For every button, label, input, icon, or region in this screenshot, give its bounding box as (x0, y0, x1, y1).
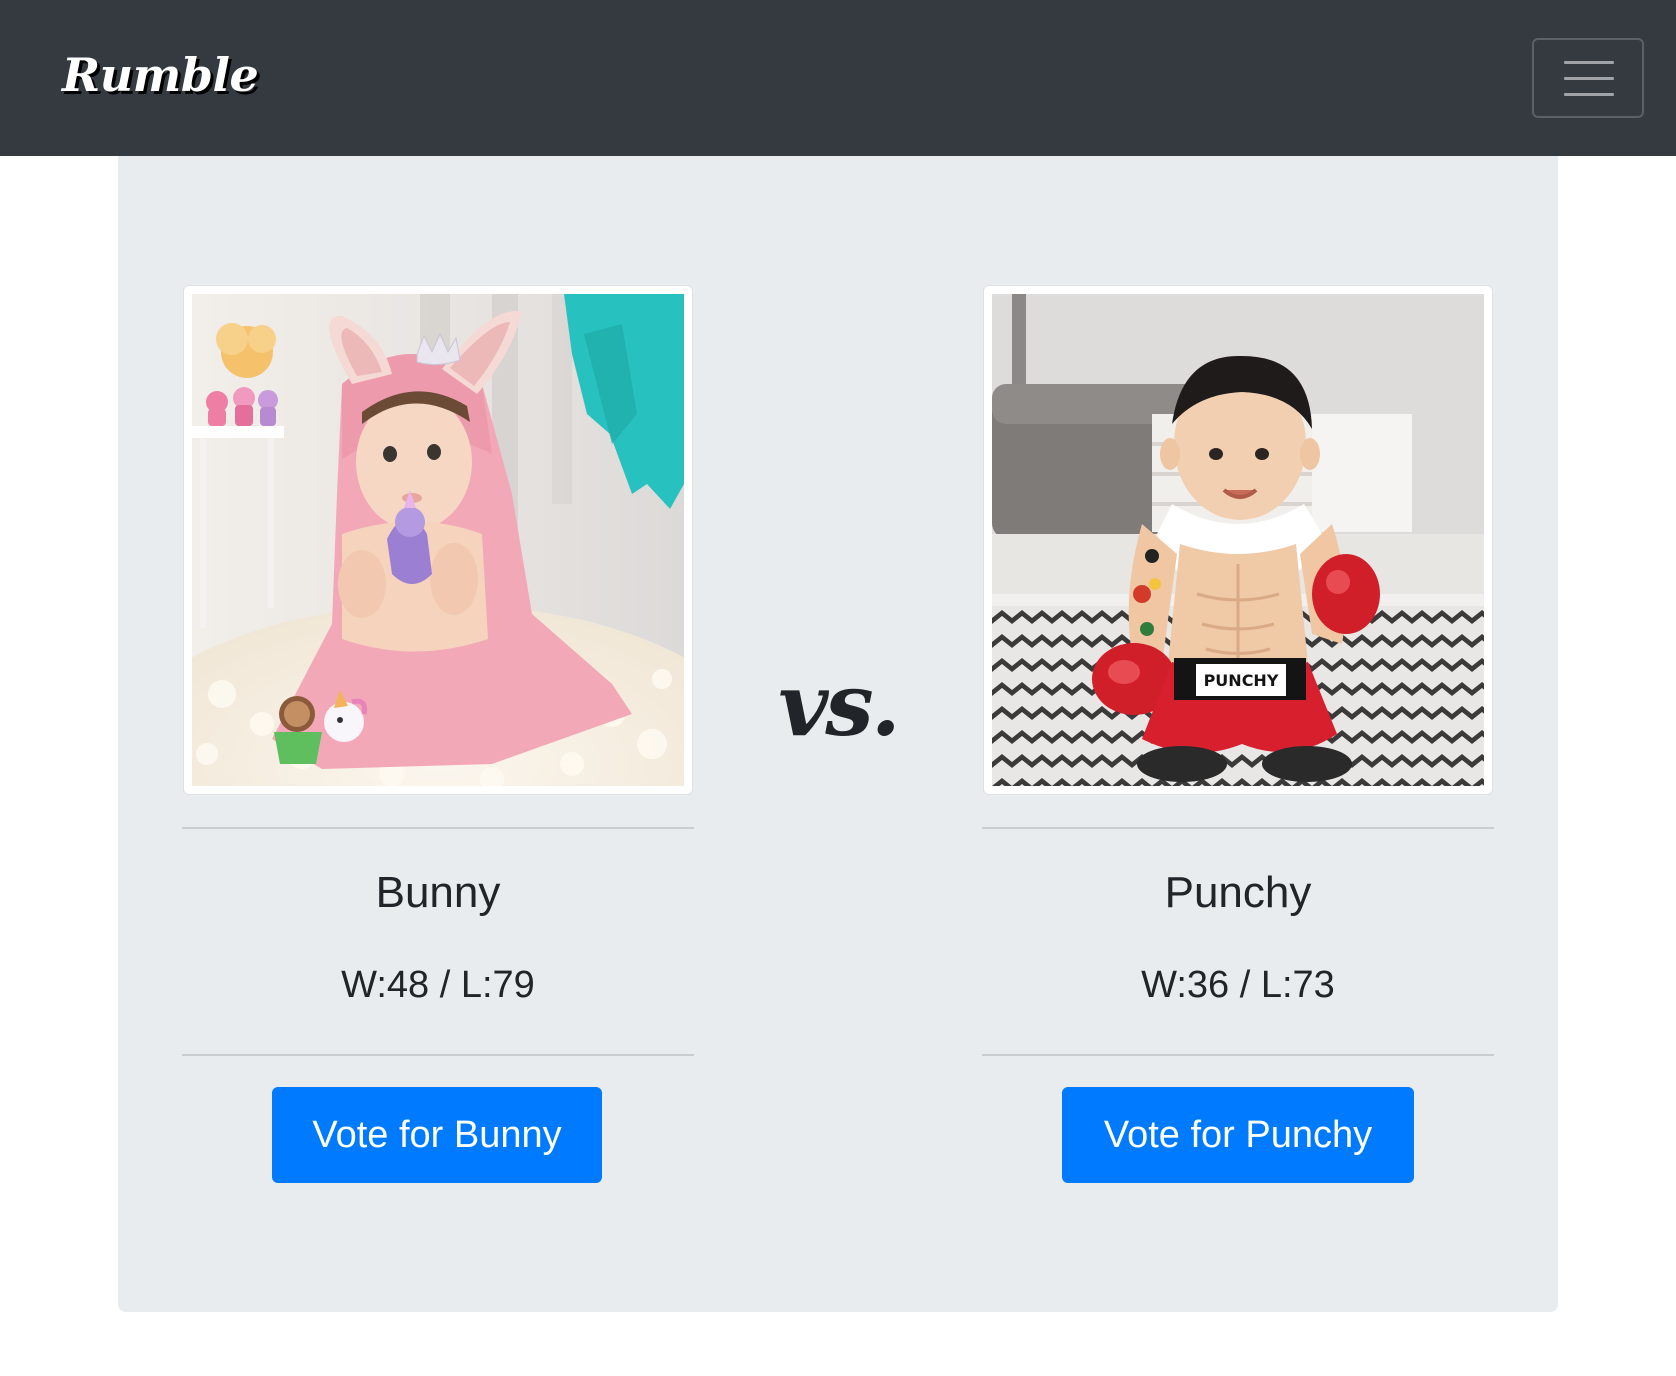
vote-bunny-button[interactable]: Vote for Bunny (272, 1087, 602, 1183)
brand-logo[interactable]: Rumble (62, 40, 259, 110)
win-loss-record: W:36 / L:73 (1141, 964, 1335, 1006)
divider-top (982, 827, 1494, 829)
bunny-photo (192, 294, 684, 786)
contestant-photo-frame: PUNCHY (983, 285, 1493, 795)
win-loss-record: W:48 / L:79 (341, 964, 535, 1006)
top-navbar: Rumble (0, 0, 1676, 156)
versus-label: vs. (778, 655, 900, 756)
divider-top (182, 827, 694, 829)
punchy-photo: PUNCHY (992, 294, 1484, 786)
rumble-panel: Bunny W:48 / L:79 Vote for Bunny vs. PUN… (118, 156, 1558, 1312)
divider-bottom (182, 1054, 694, 1056)
divider-bottom (982, 1054, 1494, 1056)
contestant-name: Punchy (1164, 868, 1312, 917)
vote-punchy-button[interactable]: Vote for Punchy (1062, 1087, 1414, 1183)
contestant-name: Bunny (375, 868, 501, 917)
menu-toggle-button[interactable] (1532, 38, 1644, 118)
svg-text:PUNCHY: PUNCHY (1204, 671, 1279, 690)
contestant-photo-frame (183, 285, 693, 795)
